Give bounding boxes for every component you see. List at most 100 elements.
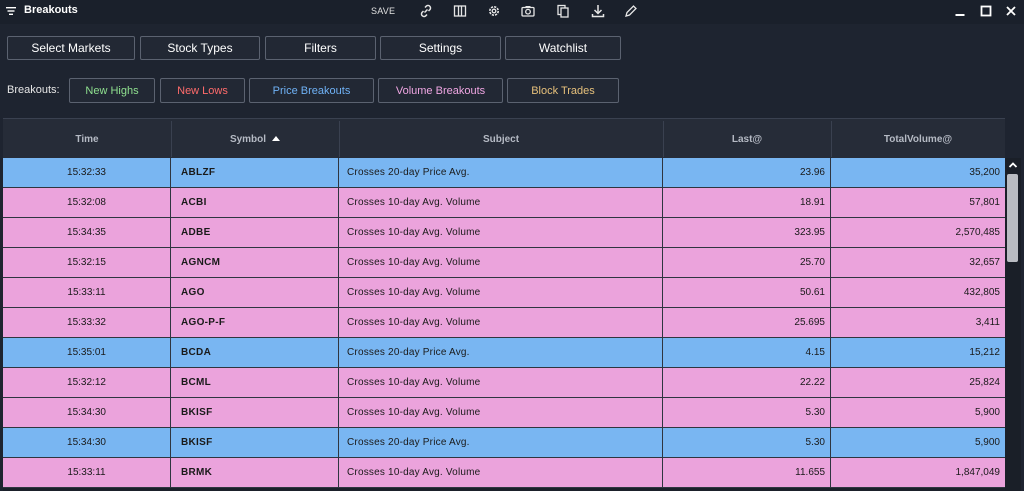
time-cell: 15:32:12: [3, 368, 171, 398]
time-cell: 15:32:33: [3, 158, 171, 188]
column-header-subject-label: Subject: [482, 134, 520, 145]
volume-breakouts-toggle[interactable]: Volume Breakouts: [378, 78, 503, 103]
subject-cell: Crosses 20-day Price Avg.: [339, 338, 663, 368]
symbol-cell[interactable]: ADBE: [171, 218, 339, 248]
close-icon[interactable]: [1004, 4, 1018, 18]
price-breakouts-toggle[interactable]: Price Breakouts: [249, 78, 374, 103]
symbol-cell[interactable]: BCDA: [171, 338, 339, 368]
symbol-cell[interactable]: ACBI: [171, 188, 339, 218]
new-lows-toggle[interactable]: New Lows: [160, 78, 245, 103]
total-volume-cell: 3,411: [975, 317, 1000, 328]
column-header-time-label: Time: [75, 134, 99, 145]
last-cell: 323.95: [663, 218, 831, 248]
table-row[interactable]: 15:32:08 ACBI Crosses 10-day Avg. Volume…: [3, 188, 1005, 218]
last-cell: 23.96: [663, 158, 831, 188]
subject-cell: Crosses 10-day Avg. Volume: [339, 188, 663, 218]
table-row[interactable]: 15:34:30 BKISF Crosses 20-day Price Avg.…: [3, 428, 1005, 458]
block-trades-toggle[interactable]: Block Trades: [507, 78, 619, 103]
subject-cell: Crosses 10-day Avg. Volume: [339, 458, 663, 488]
subject-cell: Crosses 10-day Avg. Volume: [339, 218, 663, 248]
table-header: Time Symbol Subject Last@ TotalVolume@: [3, 118, 1005, 159]
table-row[interactable]: 15:32:15 AGNCM Crosses 10-day Avg. Volum…: [3, 248, 1005, 278]
table-row[interactable]: 15:33:11 AGO Crosses 10-day Avg. Volume …: [3, 278, 1005, 308]
last-cell: 25.70: [663, 248, 831, 278]
pencil-icon[interactable]: [623, 3, 639, 19]
settings-button[interactable]: Settings: [380, 36, 501, 60]
select-markets-button[interactable]: Select Markets: [7, 36, 135, 60]
symbol-cell[interactable]: BRMK: [171, 458, 339, 488]
column-header-last-label: Last@: [731, 134, 763, 145]
symbol-cell[interactable]: AGNCM: [171, 248, 339, 278]
column-header-symbol-label: Symbol: [229, 134, 267, 145]
column-header-time[interactable]: Time: [3, 119, 171, 159]
total-volume-cell: 25,824: [969, 377, 1000, 388]
copy-icon[interactable]: [555, 3, 571, 19]
subject-cell: Crosses 10-day Avg. Volume: [339, 398, 663, 428]
subject-cell: Crosses 10-day Avg. Volume: [339, 308, 663, 338]
download-icon[interactable]: [590, 3, 606, 19]
last-cell: 11.655: [663, 458, 831, 488]
table-row[interactable]: 15:32:12 BCML Crosses 10-day Avg. Volume…: [3, 368, 1005, 398]
last-cell: 4.15: [663, 338, 831, 368]
column-header-last[interactable]: Last@: [663, 119, 831, 159]
link-icon[interactable]: [418, 3, 434, 19]
breakouts-label: Breakouts:: [7, 84, 60, 96]
subject-cell: Crosses 20-day Price Avg.: [339, 428, 663, 458]
time-cell: 15:34:30: [3, 398, 171, 428]
watchlist-button[interactable]: Watchlist: [505, 36, 621, 60]
chevron-up-icon[interactable]: [1008, 160, 1018, 170]
symbol-cell[interactable]: ABLZF: [171, 158, 339, 188]
last-cell: 25.695: [663, 308, 831, 338]
time-cell: 15:33:11: [3, 278, 171, 308]
total-volume-cell: 15,212: [969, 347, 1000, 358]
symbol-cell[interactable]: BKISF: [171, 428, 339, 458]
last-cell: 5.30: [663, 428, 831, 458]
table-row[interactable]: 15:33:32 AGO-P-F Crosses 10-day Avg. Vol…: [3, 308, 1005, 338]
window-title: Breakouts: [24, 4, 78, 16]
total-volume-cell: 57,801: [969, 197, 1000, 208]
sort-ascending-icon: [272, 136, 281, 141]
time-cell: 15:33:11: [3, 458, 171, 488]
table-body: 15:32:33 ABLZF Crosses 20-day Price Avg.…: [3, 158, 1005, 488]
column-header-total-volume-label: TotalVolume@: [883, 134, 953, 145]
menu-icon[interactable]: [5, 5, 17, 17]
total-volume-cell: 35,200: [969, 167, 1000, 178]
total-volume-cell: 432,805: [963, 287, 1000, 298]
vertical-scrollbar[interactable]: [1005, 158, 1021, 491]
filters-button[interactable]: Filters: [265, 36, 376, 60]
breakouts-table: Time Symbol Subject Last@ TotalVolume@ 1…: [3, 118, 1005, 491]
column-header-subject[interactable]: Subject: [339, 119, 663, 159]
subject-cell: Crosses 10-day Avg. Volume: [339, 248, 663, 278]
columns-icon[interactable]: [452, 3, 468, 19]
table-row[interactable]: 15:33:11 BRMK Crosses 10-day Avg. Volume…: [3, 458, 1005, 488]
maximize-icon[interactable]: [979, 4, 993, 18]
save-button[interactable]: SAVE: [371, 6, 395, 16]
table-row[interactable]: 15:32:33 ABLZF Crosses 20-day Price Avg.…: [3, 158, 1005, 188]
symbol-cell[interactable]: AGO-P-F: [171, 308, 339, 338]
symbol-cell[interactable]: AGO: [171, 278, 339, 308]
last-cell: 18.91: [663, 188, 831, 218]
symbol-cell[interactable]: BCML: [171, 368, 339, 398]
stock-types-button[interactable]: Stock Types: [140, 36, 260, 60]
subject-cell: Crosses 10-day Avg. Volume: [339, 368, 663, 398]
last-cell: 50.61: [663, 278, 831, 308]
symbol-cell[interactable]: BKISF: [171, 398, 339, 428]
column-header-symbol[interactable]: Symbol: [171, 119, 339, 159]
time-cell: 15:34:35: [3, 218, 171, 248]
total-volume-cell: 32,657: [969, 257, 1000, 268]
table-row[interactable]: 15:34:35 ADBE Crosses 10-day Avg. Volume…: [3, 218, 1005, 248]
minimize-icon[interactable]: [953, 4, 967, 18]
total-volume-cell: 5,900: [974, 437, 1000, 448]
total-volume-cell: 5,900: [974, 407, 1000, 418]
gear-icon[interactable]: [486, 3, 502, 19]
subject-cell: Crosses 20-day Price Avg.: [339, 158, 663, 188]
table-row[interactable]: 15:35:01 BCDA Crosses 20-day Price Avg. …: [3, 338, 1005, 368]
column-header-total-volume[interactable]: TotalVolume@: [831, 119, 1005, 159]
scroll-thumb[interactable]: [1007, 174, 1018, 262]
camera-icon[interactable]: [520, 3, 536, 19]
time-cell: 15:32:08: [3, 188, 171, 218]
new-highs-toggle[interactable]: New Highs: [69, 78, 155, 103]
time-cell: 15:33:32: [3, 308, 171, 338]
table-row[interactable]: 15:34:30 BKISF Crosses 10-day Avg. Volum…: [3, 398, 1005, 428]
total-volume-cell: 2,570,485: [955, 227, 1001, 238]
